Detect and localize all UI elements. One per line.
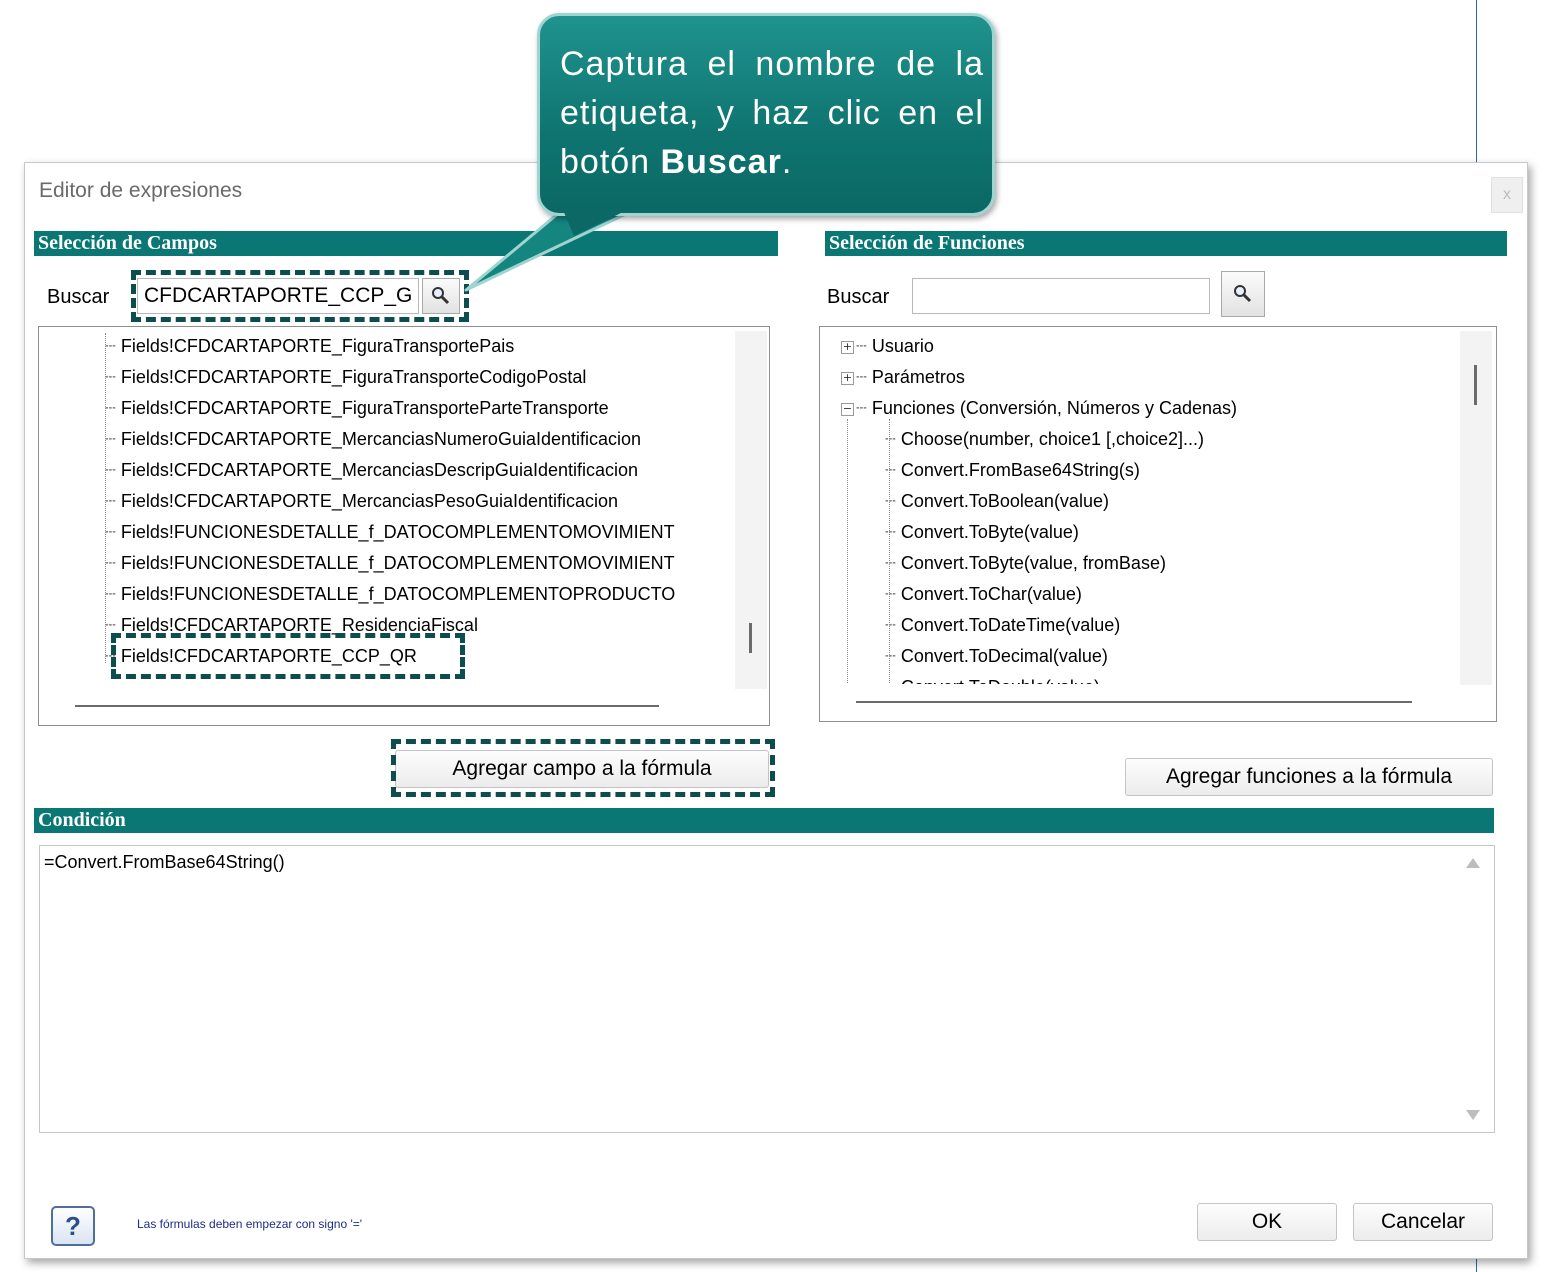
tree-connector: ┄ bbox=[105, 398, 121, 418]
tree-connector: ┄ bbox=[856, 336, 872, 356]
fields-tree-item[interactable]: ┄ Fields!CFDCARTAPORTE_FiguraTransporteP… bbox=[105, 395, 609, 421]
fields-tree-item-label: Fields!CFDCARTAPORTE_MercanciasNumeroGui… bbox=[120, 429, 642, 449]
fields-tree-item-label: Fields!FUNCIONESDETALLE_f_DATOCOMPLEMENT… bbox=[120, 522, 675, 542]
add-function-button[interactable]: Agregar funciones a la fórmula bbox=[1125, 758, 1493, 796]
functions-tree-group[interactable]: + ┄ Usuario bbox=[841, 333, 934, 359]
fields-tree-item[interactable]: ┄ Fields!FUNCIONESDETALLE_f_DATOCOMPLEME… bbox=[105, 581, 675, 607]
tree-connector: ┄ bbox=[105, 522, 121, 542]
tree-connector: ┄ bbox=[885, 522, 901, 542]
tree-connector: ┄ bbox=[105, 584, 121, 604]
tree-connector: ┄ bbox=[856, 398, 872, 418]
functions-tree-item[interactable]: ┄ Convert.ToBoolean(value) bbox=[885, 488, 1109, 514]
functions-tree-group[interactable]: + ┄ Parámetros bbox=[841, 364, 965, 390]
functions-tree-item-label: Convert.ToDouble(value) bbox=[901, 677, 1100, 684]
functions-tree-item[interactable]: ┄ Convert.FromBase64String(s) bbox=[885, 457, 1140, 483]
tree-connector: ┄ bbox=[105, 491, 121, 511]
formula-scroll-down[interactable] bbox=[1466, 1110, 1480, 1120]
fields-tree-item[interactable]: ┄ Fields!CFDCARTAPORTE_MercanciasDescrip… bbox=[105, 457, 638, 483]
tree-guide-line bbox=[105, 333, 106, 663]
functions-tree-item-label: Convert.ToDateTime(value) bbox=[900, 615, 1121, 635]
fields-tree-item-label: Fields!FUNCIONESDETALLE_f_DATOCOMPLEMENT… bbox=[120, 584, 676, 604]
functions-tree-item[interactable]: ┄ Convert.ToByte(value, fromBase) bbox=[885, 550, 1166, 576]
functions-tree-vscroll-thumb[interactable] bbox=[1474, 365, 1477, 405]
fields-tree-item[interactable]: ┄ Fields!FUNCIONESDETALLE_f_DATOCOMPLEME… bbox=[105, 550, 675, 576]
tree-connector: ┄ bbox=[105, 429, 121, 449]
tree-connector: ┄ bbox=[856, 367, 872, 387]
formula-scroll-up[interactable] bbox=[1466, 858, 1480, 868]
fields-tree-vscroll[interactable] bbox=[735, 331, 767, 689]
tree-connector: ┄ bbox=[885, 491, 901, 511]
functions-tree-item-label: Convert.ToChar(value) bbox=[900, 584, 1082, 604]
functions-tree-item-label: Convert.ToBoolean(value) bbox=[900, 491, 1109, 511]
tree-expander-icon[interactable]: − bbox=[841, 402, 854, 416]
help-button[interactable]: ? bbox=[51, 1206, 95, 1246]
tree-connector: ┄ bbox=[885, 646, 901, 666]
functions-tree-item[interactable]: ┄ Convert.ToDecimal(value) bbox=[885, 643, 1108, 669]
functions-tree-item-label: Convert.ToByte(value) bbox=[900, 522, 1079, 542]
formula-text: =Convert.FromBase64String() bbox=[44, 852, 285, 872]
functions-tree-group-label: Funciones (Conversión, Números y Cadenas… bbox=[871, 398, 1238, 418]
fields-tree-item-label: Fields!FUNCIONESDETALLE_f_DATOCOMPLEMENT… bbox=[120, 553, 675, 573]
fields-tree-item[interactable]: ┄ Fields!CFDCARTAPORTE_FiguraTransporteC… bbox=[105, 364, 586, 390]
fields-tree-item-label: Fields!CFDCARTAPORTE_MercanciasPesoGuiaI… bbox=[120, 491, 619, 511]
fields-tree-item[interactable]: ┄ Fields!FUNCIONESDETALLE_f_DATOCOMPLEME… bbox=[105, 519, 675, 545]
highlight-add-field-button bbox=[391, 739, 775, 797]
tree-connector: ┄ bbox=[885, 615, 901, 635]
formula-textarea[interactable]: =Convert.FromBase64String() bbox=[39, 845, 1495, 1133]
tree-expander-icon[interactable]: + bbox=[841, 371, 854, 385]
functions-tree-vscroll[interactable] bbox=[1460, 331, 1492, 685]
functions-tree-item-label: Convert.ToByte(value, fromBase) bbox=[900, 553, 1166, 573]
functions-tree-item[interactable]: ┄ Convert.ToChar(value) bbox=[885, 581, 1082, 607]
fields-tree-hscroll-thumb[interactable] bbox=[75, 705, 659, 707]
help-hint-text: Las fórmulas deben empezar con signo '=' bbox=[137, 1217, 363, 1231]
fields-tree-item-label: Fields!CFDCARTAPORTE_ResidenciaFiscal bbox=[120, 615, 478, 635]
tree-connector: ┄ bbox=[105, 336, 121, 356]
cancel-button[interactable]: Cancelar bbox=[1353, 1203, 1493, 1241]
highlight-selected-field bbox=[111, 633, 465, 679]
functions-tree-group[interactable]: − ┄ Funciones (Conversión, Números y Cade… bbox=[841, 395, 1237, 421]
functions-tree-item-label: Convert.ToDecimal(value) bbox=[900, 646, 1108, 666]
fields-tree-item[interactable]: ┄ Fields!CFDCARTAPORTE_MercanciasNumeroG… bbox=[105, 426, 641, 452]
tree-guide-line bbox=[847, 419, 848, 683]
functions-tree-item[interactable]: ┄ Convert.ToDateTime(value) bbox=[885, 612, 1120, 638]
fields-tree-vscroll-thumb[interactable] bbox=[749, 623, 752, 653]
fields-tree-item[interactable]: ┄ Fields!CFDCARTAPORTE_FiguraTransporteP… bbox=[105, 333, 514, 359]
tree-connector: ┄ bbox=[885, 429, 901, 449]
tree-connector: ┄ bbox=[885, 584, 901, 604]
tree-connector: ┄ bbox=[105, 460, 121, 480]
condition-section-header: Condición bbox=[34, 808, 1494, 833]
fields-tree-item-label: Fields!CFDCARTAPORTE_FiguraTransporteCod… bbox=[120, 367, 587, 387]
functions-tree-group-label: Usuario bbox=[871, 336, 934, 356]
fields-tree-item-label: Fields!CFDCARTAPORTE_FiguraTransportePar… bbox=[120, 398, 609, 418]
tree-connector: ┄ bbox=[105, 615, 121, 635]
fields-tree-item-label: Fields!CFDCARTAPORTE_FiguraTransportePai… bbox=[120, 336, 515, 356]
functions-tree-item-label: Convert.FromBase64String(s) bbox=[900, 460, 1140, 480]
callout-pointer-cover bbox=[563, 210, 627, 236]
functions-tree-group-label: Parámetros bbox=[871, 367, 965, 387]
expression-editor-dialog: Editor de expresiones x Selección de Cam… bbox=[24, 162, 1528, 1259]
ok-button[interactable]: OK bbox=[1197, 1203, 1337, 1241]
tree-connector: ┄ bbox=[885, 553, 901, 573]
tree-connector: ┄ bbox=[885, 677, 901, 684]
fields-tree-item[interactable]: ┄ Fields!CFDCARTAPORTE_MercanciasPesoGui… bbox=[105, 488, 618, 514]
functions-tree-hscroll-thumb[interactable] bbox=[856, 701, 1412, 703]
tree-guide-line bbox=[889, 419, 890, 683]
functions-tree-item[interactable]: ┄ Convert.ToDouble(value) bbox=[885, 674, 1100, 684]
functions-tree-item-label: Choose(number, choice1 [,choice2]...) bbox=[900, 429, 1205, 449]
tree-connector: ┄ bbox=[885, 460, 901, 480]
fields-tree-item-label: Fields!CFDCARTAPORTE_MercanciasDescripGu… bbox=[120, 460, 639, 480]
functions-tree-item[interactable]: ┄ Convert.ToByte(value) bbox=[885, 519, 1079, 545]
tree-connector: ┄ bbox=[105, 367, 121, 387]
tree-connector: ┄ bbox=[105, 553, 121, 573]
functions-tree-item[interactable]: ┄ Choose(number, choice1 [,choice2]...) bbox=[885, 426, 1204, 452]
tree-expander-icon[interactable]: + bbox=[841, 340, 854, 354]
